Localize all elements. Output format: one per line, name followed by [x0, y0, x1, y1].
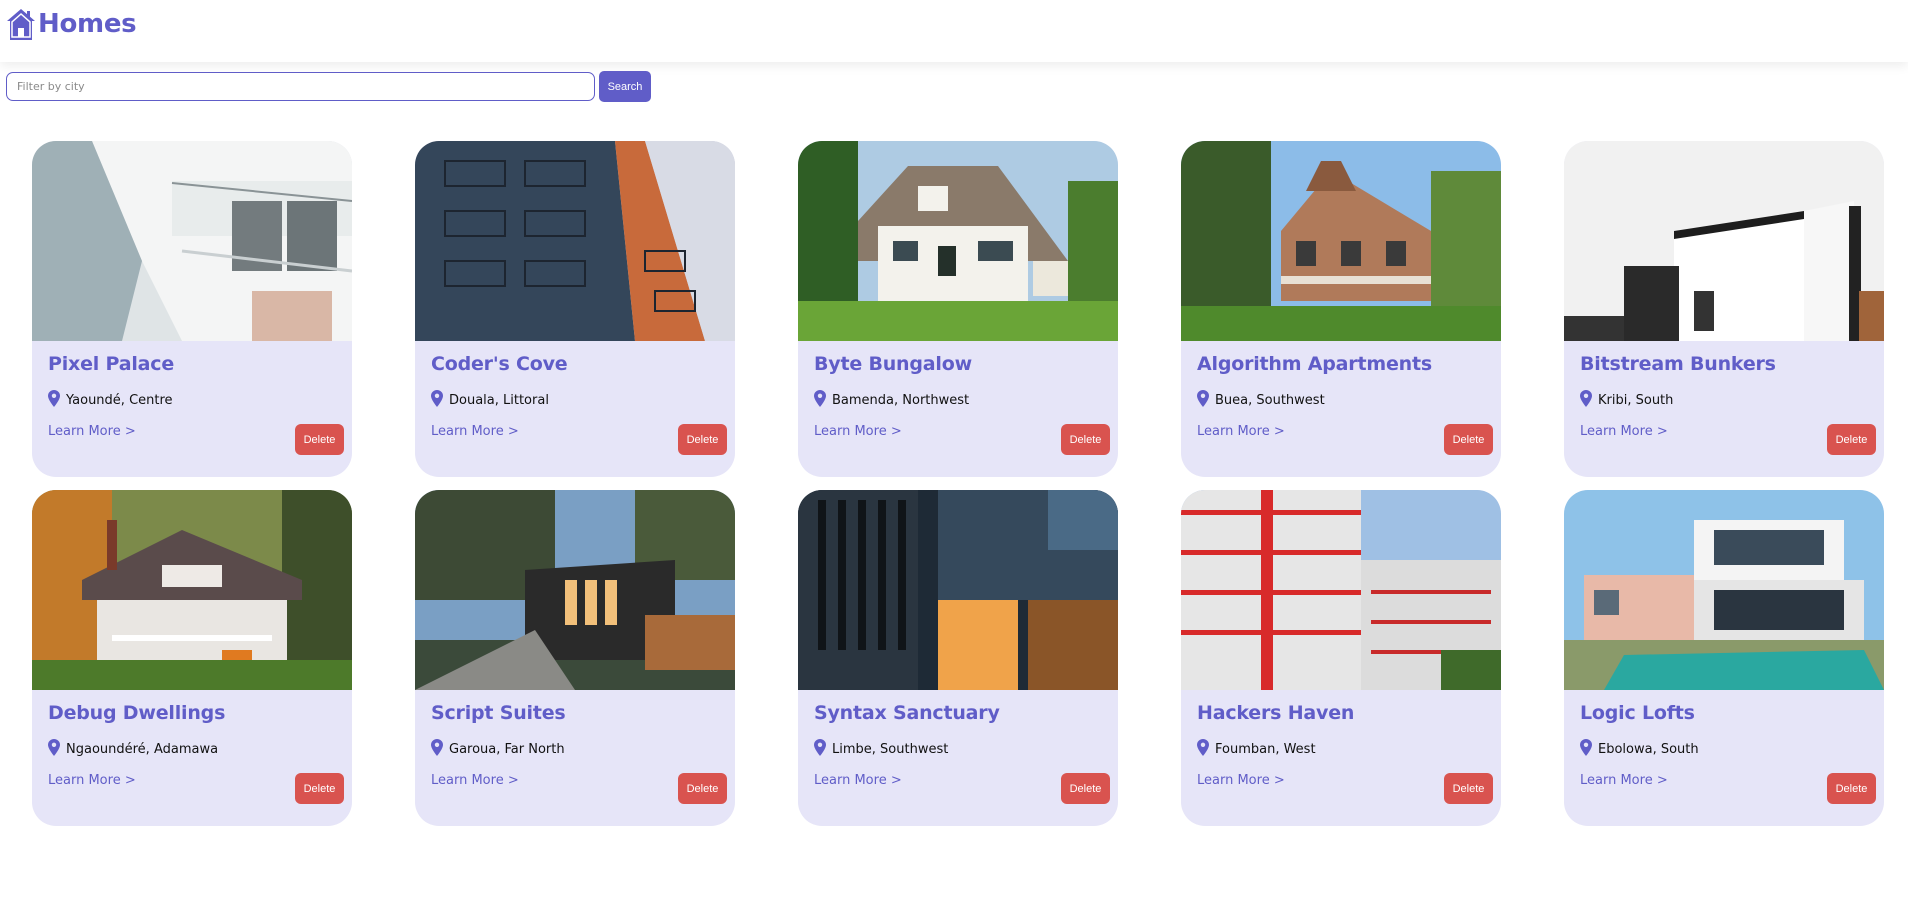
learn-more-link[interactable]: Learn More > [431, 773, 519, 788]
location-pin-icon [1197, 390, 1209, 407]
listing-photo [798, 141, 1118, 341]
listing-location: Ebolowa, South [1580, 738, 1699, 757]
listing-card: Algorithm Apartments Buea, Southwest Lea… [1181, 141, 1501, 477]
learn-more-link[interactable]: Learn More > [814, 424, 902, 439]
listing-location-text: Buea, Southwest [1215, 393, 1325, 408]
learn-more-link[interactable]: Learn More > [431, 424, 519, 439]
listing-location-text: Kribi, South [1598, 393, 1674, 408]
learn-more-link[interactable]: Learn More > [1580, 424, 1668, 439]
delete-button[interactable]: Delete [678, 773, 727, 804]
delete-button[interactable]: Delete [1827, 773, 1876, 804]
location-pin-icon [48, 390, 60, 407]
listing-location: Limbe, Southwest [814, 738, 948, 757]
listing-location-text: Ngaoundéré, Adamawa [66, 742, 219, 757]
delete-button[interactable]: Delete [295, 424, 344, 455]
listing-location-text: Bamenda, Northwest [832, 393, 970, 408]
location-pin-icon [431, 739, 443, 756]
listing-card: Script Suites Garoua, Far North Learn Mo… [415, 490, 735, 826]
listing-title: Byte Bungalow [814, 353, 972, 375]
listing-location-text: Douala, Littoral [449, 393, 549, 408]
listing-title: Coder's Cove [431, 353, 568, 375]
listing-card: Bitstream Bunkers Kribi, South Learn Mor… [1564, 141, 1884, 477]
location-pin-icon [814, 739, 826, 756]
listing-photo [1564, 141, 1884, 341]
listing-title: Script Suites [431, 702, 566, 724]
delete-button[interactable]: Delete [1444, 773, 1493, 804]
learn-more-link[interactable]: Learn More > [814, 773, 902, 788]
delete-button[interactable]: Delete [1444, 424, 1493, 455]
learn-more-link[interactable]: Learn More > [48, 424, 136, 439]
location-pin-icon [431, 390, 443, 407]
listing-location: Kribi, South [1580, 389, 1673, 408]
listing-card: Byte Bungalow Bamenda, Northwest Learn M… [798, 141, 1118, 477]
listing-location: Buea, Southwest [1197, 389, 1325, 408]
listing-card: Hackers Haven Foumban, West Learn More >… [1181, 490, 1501, 826]
listing-location-text: Ebolowa, South [1598, 742, 1699, 757]
listing-location-text: Yaoundé, Centre [66, 393, 173, 408]
listing-title: Algorithm Apartments [1197, 353, 1432, 375]
listing-location: Ngaoundéré, Adamawa [48, 738, 218, 757]
listing-photo [798, 490, 1118, 690]
listing-photo [1181, 141, 1501, 341]
delete-button[interactable]: Delete [1061, 424, 1110, 455]
top-header: Homes [0, 0, 1908, 62]
location-pin-icon [814, 390, 826, 407]
listing-photo [1181, 490, 1501, 690]
listing-photo [32, 141, 352, 341]
learn-more-link[interactable]: Learn More > [1197, 773, 1285, 788]
listing-photo [415, 490, 735, 690]
search-button[interactable]: Search [599, 71, 651, 102]
listing-card: Syntax Sanctuary Limbe, Southwest Learn … [798, 490, 1118, 826]
listing-title: Syntax Sanctuary [814, 702, 1000, 724]
learn-more-link[interactable]: Learn More > [1580, 773, 1668, 788]
listing-photo [415, 141, 735, 341]
listing-card: Pixel Palace Yaoundé, Centre Learn More … [32, 141, 352, 477]
delete-button[interactable]: Delete [1827, 424, 1876, 455]
delete-button[interactable]: Delete [1061, 773, 1110, 804]
search-input[interactable] [6, 72, 595, 101]
location-pin-icon [1197, 739, 1209, 756]
listing-location-text: Garoua, Far North [449, 742, 565, 757]
listing-title: Logic Lofts [1580, 702, 1695, 724]
delete-button[interactable]: Delete [295, 773, 344, 804]
listing-location: Douala, Littoral [431, 389, 549, 408]
delete-button[interactable]: Delete [678, 424, 727, 455]
listing-title: Bitstream Bunkers [1580, 353, 1776, 375]
location-pin-icon [1580, 390, 1592, 407]
location-pin-icon [1580, 739, 1592, 756]
listing-card: Coder's Cove Douala, Littoral Learn More… [415, 141, 735, 477]
listing-photo [32, 490, 352, 690]
listing-card: Logic Lofts Ebolowa, South Learn More > … [1564, 490, 1884, 826]
listing-location-text: Limbe, Southwest [832, 742, 949, 757]
brand[interactable]: Homes [6, 6, 137, 42]
listing-location-text: Foumban, West [1215, 742, 1316, 757]
listing-card: Debug Dwellings Ngaoundéré, Adamawa Lear… [32, 490, 352, 826]
learn-more-link[interactable]: Learn More > [48, 773, 136, 788]
listing-grid: Pixel Palace Yaoundé, Centre Learn More … [32, 141, 1884, 826]
page-title: Homes [38, 9, 137, 39]
listing-location: Foumban, West [1197, 738, 1316, 757]
listing-location: Yaoundé, Centre [48, 389, 173, 408]
listing-title: Pixel Palace [48, 353, 175, 375]
search-bar: Search [6, 71, 651, 102]
listing-title: Debug Dwellings [48, 702, 226, 724]
listing-location: Garoua, Far North [431, 738, 565, 757]
learn-more-link[interactable]: Learn More > [1197, 424, 1285, 439]
house-icon [7, 9, 35, 40]
listing-location: Bamenda, Northwest [814, 389, 969, 408]
location-pin-icon [48, 739, 60, 756]
listing-title: Hackers Haven [1197, 702, 1355, 724]
listing-photo [1564, 490, 1884, 690]
